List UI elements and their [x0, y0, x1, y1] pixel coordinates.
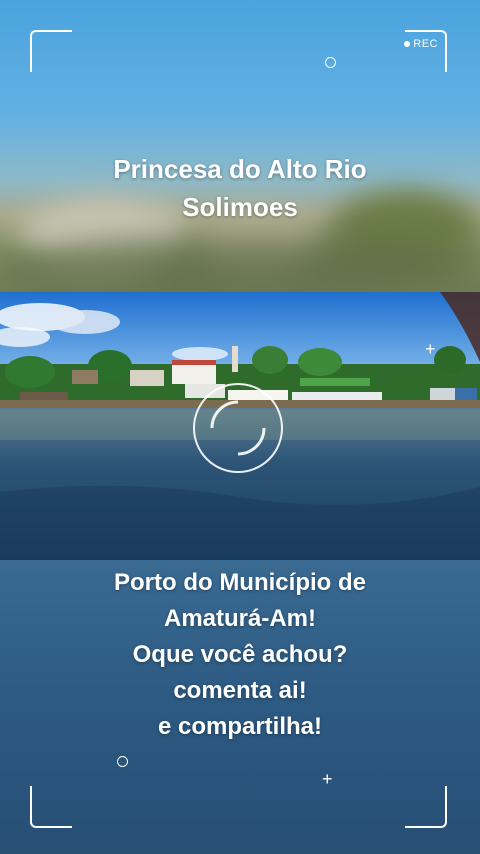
frame-corner-top-right — [405, 30, 447, 72]
plus-marker-icon: + — [322, 769, 333, 789]
caption-line: Amaturá-Am! — [163, 605, 316, 632]
circle-marker-icon — [325, 57, 336, 68]
caption-line: Porto do Município de — [114, 569, 366, 596]
title-line: Solimoes — [182, 192, 298, 222]
title-line: Princesa do Alto Rio — [113, 154, 367, 184]
circle-marker-icon — [117, 756, 128, 767]
record-dot-icon — [404, 41, 411, 47]
caption-line: comenta ai! — [173, 677, 307, 704]
rec-indicator: REC — [404, 38, 438, 50]
frame-corner-bottom-right — [405, 786, 447, 828]
rec-label: REC — [413, 38, 438, 50]
caption-line: e compartilha! — [157, 713, 323, 740]
frame-corner-top-left — [30, 30, 72, 72]
focus-ring-icon — [193, 383, 283, 473]
plus-marker-icon: + — [425, 339, 436, 359]
video-caption: Porto do Município de Amaturá-Am! Oque v… — [0, 565, 480, 745]
video-title: Princesa do Alto Rio Solimoes — [0, 150, 480, 226]
frame-corner-bottom-left — [30, 786, 72, 828]
caption-line: Oque você achou? — [132, 641, 348, 668]
